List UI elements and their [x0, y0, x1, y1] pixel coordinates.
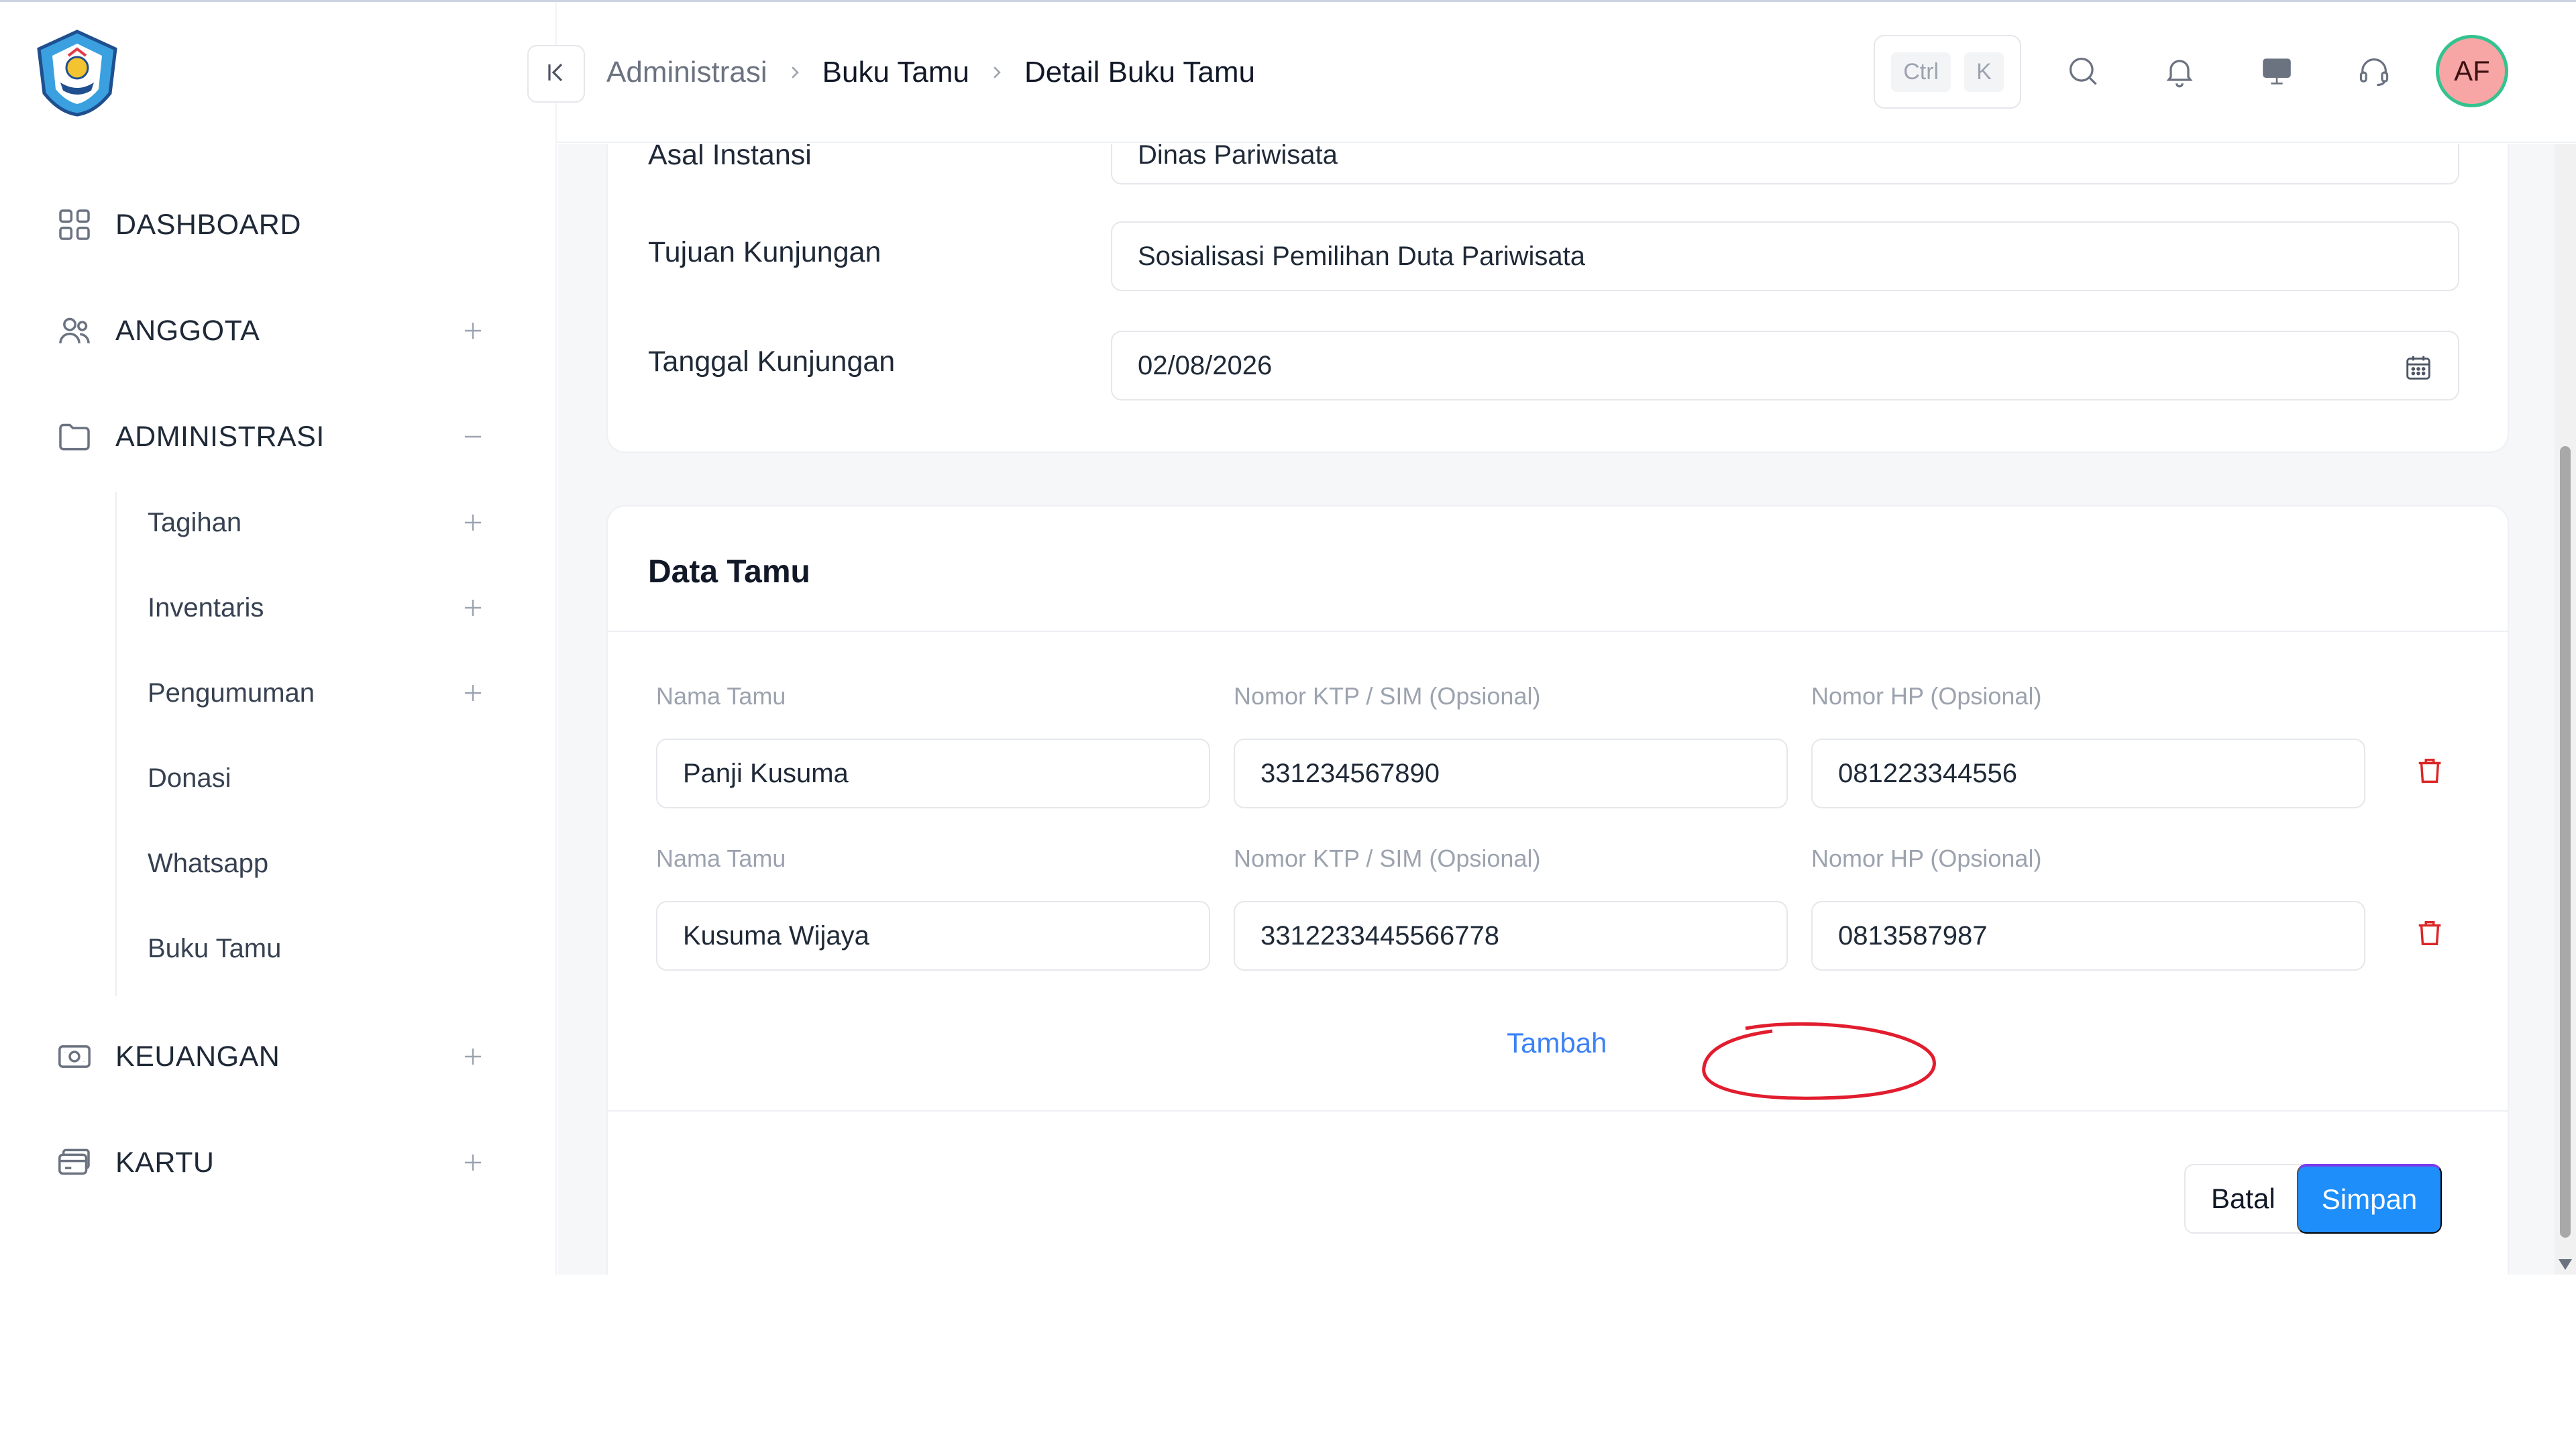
guest-phone-value: 0813587987 [1838, 920, 1988, 951]
guest-name-value: Panji Kusuma [683, 758, 849, 788]
breadcrumb-link-buku-tamu[interactable]: Buku Tamu [822, 56, 969, 89]
date-label: Tanggal Kunjungan [648, 345, 896, 378]
guest-phone-input[interactable]: 081223344556 [1811, 739, 2365, 808]
command-palette-shortcut[interactable]: Ctrl K [1874, 35, 2021, 109]
date-input[interactable]: 02/08/2026 [1111, 331, 2459, 400]
divider [608, 631, 2508, 632]
institution-value: Dinas Pariwisata [1138, 144, 1338, 170]
sidebar-subitem-label: Donasi [148, 763, 231, 793]
sidebar-item-keuangan[interactable]: KEUANGAN [54, 1030, 483, 1083]
sidebar-item-label: KARTU [115, 1146, 215, 1179]
collapse-minus-icon[interactable] [460, 423, 486, 450]
collapse-sidebar-icon [543, 59, 570, 89]
expand-plus-icon[interactable] [460, 1043, 486, 1070]
money-icon [54, 1036, 95, 1077]
bell-icon[interactable] [2159, 50, 2200, 92]
sidebar-item-label: ANGGOTA [115, 314, 260, 347]
institution-input[interactable]: Dinas Pariwisata [1111, 144, 2459, 184]
guest-id-input[interactable]: 3312233445566778 [1234, 901, 1788, 971]
sidebar-subitem-label: Inventaris [148, 592, 264, 623]
kbd-ctrl: Ctrl [1891, 52, 1951, 92]
sidebar-item-dashboard[interactable]: DASHBOARD [54, 198, 483, 252]
trash-icon[interactable] [2412, 752, 2447, 790]
breadcrumb-current: Detail Buku Tamu [1024, 56, 1255, 89]
dashboard-grid-icon [54, 204, 95, 246]
calendar-icon[interactable] [2403, 352, 2434, 383]
save-button[interactable]: Simpan [2297, 1164, 2442, 1234]
sidebar-subitem-buku-tamu[interactable]: Buku Tamu [148, 922, 483, 975]
sidebar-subitem-donasi[interactable]: Donasi [148, 751, 483, 805]
date-value: 02/08/2026 [1138, 350, 1273, 380]
sidebar-item-label: KEUANGAN [115, 1040, 280, 1073]
expand-plus-icon[interactable] [460, 1149, 486, 1176]
chevron-right-icon [786, 64, 804, 81]
guest-phone-label: Nomor HP (Opsional) [1811, 845, 2042, 872]
expand-plus-icon[interactable] [460, 509, 486, 536]
collapse-sidebar-button[interactable] [527, 45, 585, 103]
breadcrumb-link-administrasi[interactable]: Administrasi [606, 56, 767, 89]
expand-plus-icon[interactable] [460, 317, 486, 344]
scrollbar[interactable] [2555, 144, 2576, 1275]
breadcrumb: Administrasi Buku Tamu Detail Buku Tamu [606, 52, 1255, 93]
guest-data-card: Data Tamu Nama Tamu Nomor KTP / SIM (Ops… [606, 505, 2509, 1275]
purpose-input[interactable]: Sosialisasi Pemilihan Duta Pariwisata [1111, 221, 2459, 291]
sidebar-subitem-label: Tagihan [148, 507, 242, 537]
main-content: Asal Instansi Dinas Pariwisata Tujuan Ku… [558, 144, 2555, 1275]
cancel-button[interactable]: Batal [2184, 1164, 2312, 1234]
sidebar-item-anggota[interactable]: ANGGOTA [54, 304, 483, 358]
sidebar-subitem-whatsapp[interactable]: Whatsapp [148, 837, 483, 890]
guest-id-input[interactable]: 331234567890 [1234, 739, 1788, 808]
guest-phone-label: Nomor HP (Opsional) [1811, 682, 2042, 710]
trash-icon[interactable] [2412, 914, 2447, 952]
guest-id-value: 3312233445566778 [1260, 920, 1499, 951]
purpose-label: Tujuan Kunjungan [648, 236, 881, 268]
sidebar-subitem-label: Buku Tamu [148, 933, 282, 963]
sidebar-subitem-inventaris[interactable]: Inventaris [148, 581, 483, 635]
guest-id-label: Nomor KTP / SIM (Opsional) [1234, 682, 1541, 710]
guest-name-label: Nama Tamu [656, 682, 786, 710]
sidebar-subitem-tagihan[interactable]: Tagihan [148, 496, 483, 549]
guest-phone-value: 081223344556 [1838, 758, 2017, 788]
guest-name-input[interactable]: Kusuma Wijaya [656, 901, 1210, 971]
visit-details-card: Asal Instansi Dinas Pariwisata Tujuan Ku… [606, 144, 2509, 453]
divider [608, 1110, 2508, 1112]
users-icon [54, 310, 95, 352]
chevron-right-icon [988, 64, 1006, 81]
sidebar-subitem-label: Pengumuman [148, 678, 315, 708]
guest-section-title: Data Tamu [648, 554, 810, 590]
tut-wuri-handayani-logo[interactable] [35, 29, 119, 117]
guest-name-input[interactable]: Panji Kusuma [656, 739, 1210, 808]
sidebar-item-label: ADMINISTRASI [115, 420, 325, 453]
sidebar-subitem-pengumuman[interactable]: Pengumuman [148, 666, 483, 720]
guest-id-label: Nomor KTP / SIM (Opsional) [1234, 845, 1541, 872]
sidebar-item-label: DASHBOARD [115, 208, 301, 241]
guest-name-value: Kusuma Wijaya [683, 920, 869, 951]
sidebar-item-kartu[interactable]: KARTU [54, 1136, 483, 1189]
sidebar-item-administrasi[interactable]: ADMINISTRASI [54, 410, 483, 464]
headset-icon[interactable] [2353, 50, 2395, 92]
scroll-down-arrow-icon[interactable] [2559, 1259, 2572, 1270]
kbd-k: K [1964, 52, 2004, 92]
search-icon[interactable] [2062, 50, 2104, 92]
guest-phone-input[interactable]: 0813587987 [1811, 901, 2365, 971]
sidebar: DASHBOARD ANGGOTA ADMINISTRASI Tagihan I… [0, 2, 557, 1275]
monitor-icon[interactable] [2256, 50, 2298, 92]
user-avatar[interactable]: AF [2436, 35, 2508, 107]
institution-label: Asal Instansi [648, 144, 812, 171]
card-icon [54, 1142, 95, 1183]
expand-plus-icon[interactable] [460, 680, 486, 706]
add-guest-link[interactable]: Tambah [1507, 1027, 1607, 1059]
folder-icon [54, 416, 95, 458]
guest-name-label: Nama Tamu [656, 845, 786, 872]
submenu-rail [115, 492, 117, 996]
purpose-value: Sosialisasi Pemilihan Duta Pariwisata [1138, 241, 1585, 271]
expand-plus-icon[interactable] [460, 594, 486, 621]
sidebar-subitem-label: Whatsapp [148, 848, 269, 878]
guest-id-value: 331234567890 [1260, 758, 1440, 788]
scrollbar-thumb[interactable] [2560, 446, 2571, 1238]
